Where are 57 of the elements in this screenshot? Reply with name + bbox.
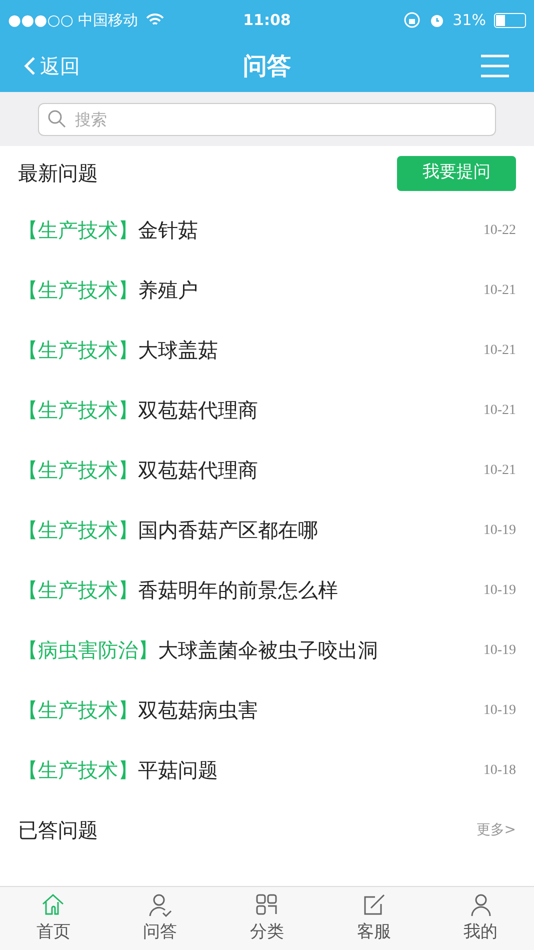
category-tag: 【生产技术】 (18, 575, 138, 605)
question-date: 10-22 (483, 222, 516, 240)
question-row[interactable]: 【生产技术】双苞菇病虫害 10-19 (0, 680, 534, 740)
question-row[interactable]: 【生产技术】香菇明年的前景怎么样 10-19 (0, 560, 534, 620)
question-title: 国内香菇产区都在哪 (138, 517, 318, 544)
category-tag: 【生产技术】 (18, 275, 138, 305)
question-date: 10-18 (483, 762, 516, 780)
category-tag: 【生产技术】 (18, 755, 138, 785)
category-tag: 【病虫害防治】 (18, 635, 158, 665)
search-icon (47, 108, 67, 128)
question-date: 10-21 (483, 402, 516, 420)
question-date: 10-19 (483, 522, 516, 540)
category-tag: 【生产技术】 (18, 335, 138, 365)
question-row[interactable]: 【生产技术】国内香菇产区都在哪 10-19 (0, 500, 534, 560)
question-date: 10-19 (483, 582, 516, 600)
page-title: 问答 (243, 51, 291, 82)
question-row[interactable]: 【生产技术】金针菇 10-22 (0, 200, 534, 260)
tab-item[interactable]: 首页 (0, 887, 107, 950)
tab-item[interactable]: 问答 (106, 887, 214, 950)
question-title: 大球盖菇 (138, 337, 218, 364)
question-row[interactable]: 【生产技术】双苞菇代理商 10-21 (0, 380, 534, 440)
battery-text: 31% (452, 10, 486, 31)
question-row[interactable]: 【生产技术】双苞菇代理商 10-21 (0, 440, 534, 500)
question-title: 香菇明年的前景怎么样 (138, 577, 338, 604)
chevron-left-icon (24, 56, 36, 76)
battery-icon (494, 12, 526, 28)
question-title: 平菇问题 (138, 757, 218, 784)
question-title: 双苞菇代理商 (138, 397, 258, 424)
category-tag: 【生产技术】 (18, 515, 138, 545)
question-date: 10-19 (483, 702, 516, 720)
question-row[interactable]: 【生产技术】养殖户 10-21 (0, 260, 534, 320)
category-tag: 【生产技术】 (18, 455, 138, 485)
category-tag: 【生产技术】 (18, 395, 138, 425)
category-tag: 【生产技术】 (18, 695, 138, 725)
question-date: 10-19 (483, 642, 516, 660)
question-row[interactable]: 【生产技术】平菇问题 10-18 (0, 740, 534, 800)
question-date: 10-21 (483, 282, 516, 300)
menu-icon[interactable] (480, 54, 510, 78)
question-title: 双苞菇代理商 (138, 457, 258, 484)
question-row[interactable]: 【病虫害防治】大球盖菌伞被虫子咬出洞 10-19 (0, 620, 534, 680)
question-title: 养殖户 (138, 277, 198, 304)
search-field[interactable]: 搜索 (38, 102, 496, 136)
question-date: 10-21 (483, 342, 516, 360)
question-row[interactable]: 【生产技术】大球盖菇 10-21 (0, 320, 534, 380)
question-title: 金针菇 (138, 217, 198, 244)
tab-item[interactable]: 客服 (320, 887, 428, 950)
wifi-icon (146, 13, 164, 27)
carrier-text: ●●●○○ 中国移动 (8, 10, 138, 31)
tab-item[interactable]: 分类 (214, 887, 320, 950)
question-title: 双苞菇病虫害 (138, 697, 258, 724)
category-tag: 【生产技术】 (18, 215, 138, 245)
question-title: 大球盖菌伞被虫子咬出洞 (158, 637, 378, 664)
section-title: 最新问题 (18, 160, 98, 187)
tab-item[interactable]: 我的 (427, 887, 534, 950)
question-date: 10-21 (483, 462, 516, 480)
section-title: 已答问题 (18, 817, 98, 844)
clock-text: 11:08 (243, 10, 291, 31)
